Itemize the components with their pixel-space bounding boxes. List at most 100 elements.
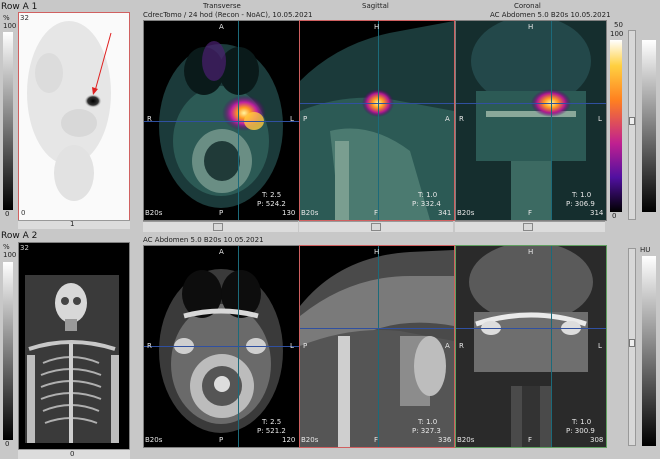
row2-transverse-view[interactable]: A R L P B20s T: 2.5 P: 521.2 120 [143, 245, 300, 448]
row2-sagittal-crosshair-h[interactable] [300, 328, 454, 329]
row1-coronal-crosshair-h[interactable] [456, 103, 606, 104]
row2-ct-grayscale-bar[interactable] [642, 256, 656, 446]
row2-coronal-right: L [598, 342, 602, 350]
row2-transverse-p: P: 521.2 [257, 427, 286, 435]
row1-sagittal-right: A [445, 115, 450, 123]
row1-sagittal-kernel: B20s [301, 209, 319, 217]
row2-transverse-t: T: 2.5 [262, 418, 282, 426]
row2-coronal-crosshair-v[interactable] [551, 246, 552, 447]
row1-scale-min: 0 [5, 210, 10, 218]
row2-sagittal-view[interactable]: H P A F B20s T: 1.0 P: 327.3 336 [299, 245, 455, 448]
row1-series-title: CdrecTomo / 24 hod (Recon - NoAC), 10.05… [143, 11, 313, 19]
row1-coronal-p: P: 306.9 [566, 200, 595, 208]
row1-coronal-slice: 314 [590, 209, 604, 217]
row1-mip-top-value: 32 [20, 14, 29, 22]
row1-colorbar-min: 0 [612, 212, 617, 220]
row1-coronal-t: T: 1.0 [572, 191, 592, 199]
row1-sagittal-t: T: 1.0 [418, 191, 438, 199]
row1-coronal-left: R [459, 115, 464, 123]
row2-coronal-kernel: B20s [457, 436, 475, 444]
row2-grayscale-bar[interactable] [3, 262, 13, 440]
row2-coronal-p: P: 300.9 [566, 427, 595, 435]
row2-transverse-bottom: P [219, 436, 224, 444]
row1-right-title: AC Abdomen 5.0 B20s 10.05.2021 [490, 11, 611, 19]
row1-transverse-view[interactable]: A R L P B20s T: 2.5 P: 524.2 130 [143, 20, 300, 221]
row2-sagittal-bottom: F [374, 436, 379, 444]
row1-window-slider[interactable] [628, 30, 636, 220]
row2-coronal-left: R [459, 342, 464, 350]
row1-transverse-p: P: 524.2 [257, 200, 286, 208]
row1-coronal-crosshair-v[interactable] [551, 21, 552, 220]
row2-label: Row A 2 [1, 231, 38, 241]
row2-coronal-view[interactable]: H R L F B20s T: 1.0 P: 300.9 308 [455, 245, 607, 448]
row1-mip-bottom-value: 0 [21, 209, 26, 217]
row2-scale-pct: % [3, 243, 10, 251]
row1-window-slider-thumb[interactable] [629, 117, 635, 125]
row1-transverse-right: L [290, 115, 294, 123]
row1-mip-view[interactable]: 32 0 [18, 12, 130, 221]
row1-transverse-bottom: P [219, 209, 224, 217]
row2-coronal-t: T: 1.0 [572, 418, 592, 426]
row2-sagittal-crosshair-v[interactable] [378, 246, 379, 447]
row2-transverse-right: L [290, 342, 294, 350]
row1-sagittal-bottom: F [374, 209, 379, 217]
row1-sagittal-title: Sagittal [362, 2, 389, 10]
row1-coronal-view[interactable]: H R L F B20s T: 1.0 P: 306.9 314 [455, 20, 607, 221]
row1-transverse-t: T: 2.5 [262, 191, 282, 199]
row1-colorbar[interactable] [610, 40, 622, 212]
row1-sagittal-slice: 341 [438, 209, 452, 217]
row1-coronal-top: H [528, 23, 534, 31]
row2-coronal-bottom: F [528, 436, 533, 444]
row1-colorbar-max: 100 [610, 30, 624, 38]
row1-transverse-slice: 130 [282, 209, 296, 217]
row1-sagittal-crosshair-v[interactable] [378, 21, 379, 220]
row1-coronal-right: L [598, 115, 602, 123]
row1-transverse-left: R [147, 115, 152, 123]
row2-sagittal-slice: 336 [438, 436, 452, 444]
row1-mip-slider[interactable]: 1 [18, 220, 130, 229]
row2-transverse-crosshair-h[interactable] [144, 346, 299, 347]
row2-coronal-crosshair-h[interactable] [456, 328, 606, 329]
row2-hu-label: HU [640, 246, 651, 254]
row2-sagittal-p: P: 327.3 [412, 427, 441, 435]
row2-series-title: AC Abdomen 5.0 B20s 10.05.2021 [143, 236, 264, 244]
row1-coronal-bottom: F [528, 209, 533, 217]
row2-sagittal-top: H [374, 248, 380, 256]
row1-coronal-slider-thumb[interactable] [523, 223, 533, 231]
row2-sagittal-right: A [445, 342, 450, 350]
row1-sagittal-crosshair-h[interactable] [300, 103, 454, 104]
row1-sagittal-view[interactable]: H P A F B20s T: 1.0 P: 332.4 341 [299, 20, 455, 221]
row1-transverse-slider[interactable] [143, 221, 298, 232]
row2-coronal-slice: 308 [590, 436, 604, 444]
row2-mip-view[interactable]: 32 [18, 242, 130, 450]
row1-transverse-slider-thumb[interactable] [213, 223, 223, 231]
row1-sagittal-slider-thumb[interactable] [371, 223, 381, 231]
row1-scale-pct: % [3, 14, 10, 22]
row2-transverse-left: R [147, 342, 152, 350]
row1-grayscale-bar[interactable] [3, 32, 13, 210]
row2-coronal-top: H [528, 248, 534, 256]
row1-transverse-crosshair-h[interactable] [144, 121, 299, 122]
row2-sagittal-left: P [303, 342, 308, 350]
row2-window-slider-thumb[interactable] [629, 339, 635, 347]
row2-scale-min: 0 [5, 440, 10, 448]
row1-coronal-slider[interactable] [455, 221, 605, 232]
row2-transverse-top: A [219, 248, 224, 256]
row1-coronal-title: Coronal [514, 2, 541, 10]
row2-mip-slider[interactable]: 0 [18, 449, 130, 459]
row1-sagittal-left: P [303, 115, 308, 123]
row1-sagittal-slider[interactable] [299, 221, 453, 232]
row1-transverse-top: A [219, 23, 224, 31]
row2-mip-top-value: 32 [20, 244, 29, 252]
row1-colorbar-label: 50 [614, 21, 623, 29]
row1-sagittal-p: P: 332.4 [412, 200, 441, 208]
row1-transverse-title: Transverse [203, 2, 241, 10]
row2-scale-max: 100 [3, 251, 17, 259]
row2-mip-number: 0 [70, 450, 75, 458]
row1-ct-grayscale-bar[interactable] [642, 40, 656, 212]
row2-transverse-kernel: B20s [145, 436, 163, 444]
row2-window-slider[interactable] [628, 248, 636, 446]
row2-sagittal-kernel: B20s [301, 436, 319, 444]
row1-label: Row A 1 [1, 2, 38, 12]
row2-transverse-slice: 120 [282, 436, 296, 444]
